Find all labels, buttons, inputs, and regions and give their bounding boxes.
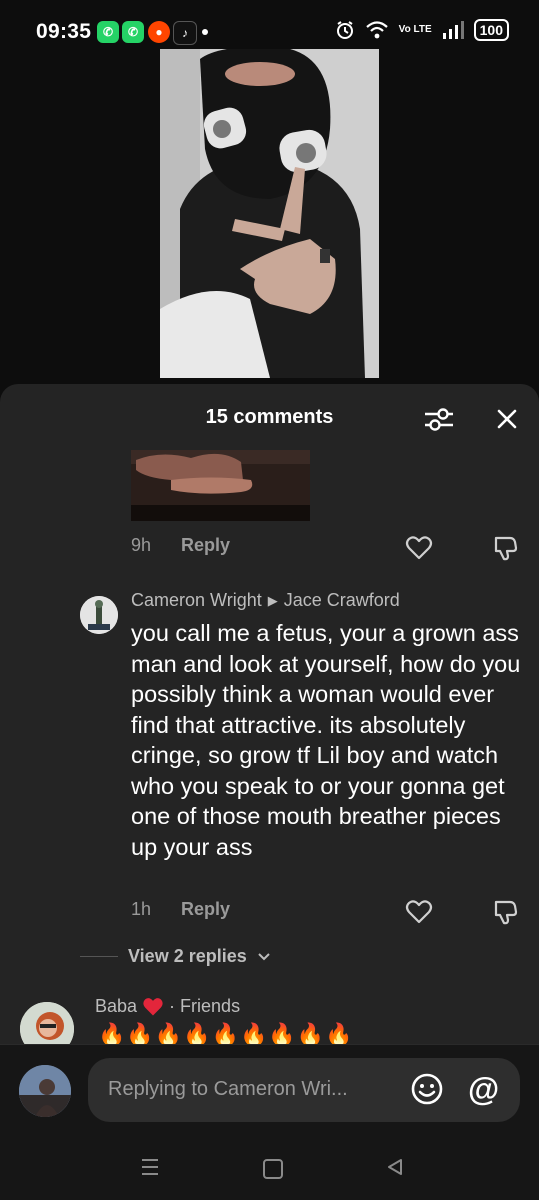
- volte-indicator: Vo LTE: [398, 24, 432, 35]
- avatar[interactable]: [80, 596, 118, 634]
- view-replies-button[interactable]: View 2 replies: [80, 946, 271, 967]
- comment-author-line: Baba · Friends: [95, 996, 240, 1017]
- dislike-icon[interactable]: [492, 898, 520, 926]
- like-heart-icon[interactable]: [405, 899, 433, 925]
- chevron-down-icon: [258, 952, 270, 960]
- comment-time: 1h: [131, 899, 152, 919]
- comment-input[interactable]: Replying to Cameron Wri... @: [88, 1058, 520, 1122]
- status-time: 09:35: [36, 20, 92, 43]
- home-icon[interactable]: [263, 1159, 283, 1179]
- whatsapp-business-icon: ✆: [122, 21, 144, 43]
- comment-photo[interactable]: [131, 450, 310, 521]
- comments-sheet: 15 comments 9h Reply Cameron Wright ▶ Ja…: [0, 384, 539, 1044]
- mention-icon[interactable]: @: [468, 1071, 499, 1107]
- system-nav-bar: [0, 1132, 539, 1200]
- avatar-image: [80, 596, 118, 634]
- friends-label: · Friends: [169, 996, 241, 1016]
- more-notifications-icon: [202, 29, 208, 35]
- replied-to-name[interactable]: Jace Crawford: [284, 590, 400, 611]
- comment-time: 9h: [131, 535, 152, 555]
- reply-button[interactable]: Reply: [181, 899, 230, 920]
- comment-text: you call me a fetus, your a grown ass ma…: [131, 620, 521, 860]
- avatar-image: [20, 1002, 74, 1044]
- back-icon[interactable]: [385, 1157, 405, 1177]
- reply-arrow-icon: ▶: [267, 592, 278, 608]
- avatar[interactable]: [20, 1002, 74, 1044]
- recent-apps-icon[interactable]: [140, 1157, 160, 1177]
- my-avatar: [19, 1065, 71, 1117]
- whatsapp-icon: ✆: [97, 21, 119, 43]
- comment-author-name[interactable]: Baba: [95, 996, 137, 1017]
- tiktok-icon: ♪: [173, 21, 197, 45]
- video-preview[interactable]: [160, 49, 379, 378]
- dislike-icon[interactable]: [492, 534, 520, 562]
- comment-meta-row: 9h Reply: [131, 535, 230, 556]
- comment-text: 🔥🔥🔥🔥🔥🔥🔥🔥🔥: [98, 1022, 354, 1044]
- comment-photo-image: [131, 450, 310, 521]
- video-frame-image: [160, 49, 379, 378]
- replies-divider: [80, 956, 118, 957]
- reply-button[interactable]: Reply: [181, 535, 230, 556]
- comment-input-placeholder: Replying to Cameron Wri...: [108, 1078, 348, 1100]
- battery-indicator: 100: [473, 19, 509, 41]
- system-icons: Vo LTE 100: [335, 19, 509, 41]
- alarm-icon: [336, 21, 353, 39]
- heart-badge-icon: [143, 997, 163, 1015]
- view-replies-label: View 2 replies: [128, 946, 247, 966]
- comment-author-line: Cameron Wright ▶ Jace Crawford: [131, 590, 400, 611]
- comment-author-name[interactable]: Cameron Wright: [131, 590, 262, 611]
- emoji-icon[interactable]: [410, 1072, 444, 1106]
- wifi-icon: [365, 21, 388, 39]
- comment-input-bar: Replying to Cameron Wri... @: [0, 1044, 539, 1133]
- comment-meta-row: 1h Reply: [131, 899, 230, 920]
- reddit-icon: ●: [148, 21, 170, 43]
- comments-count-title: 15 comments: [205, 406, 334, 428]
- like-heart-icon[interactable]: [405, 535, 433, 561]
- filter-sliders-icon[interactable]: [423, 404, 455, 434]
- my-avatar-image: [19, 1065, 71, 1117]
- close-icon[interactable]: [492, 404, 522, 434]
- signal-icon: [442, 21, 464, 39]
